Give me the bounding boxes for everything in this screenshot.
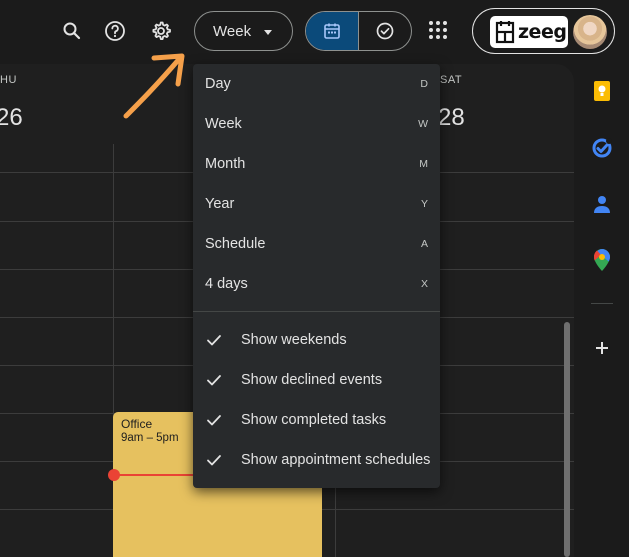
toggle-show-weekends[interactable]: Show weekends (193, 320, 440, 360)
menu-item-label: 4 days (205, 276, 248, 292)
toggle-show-declined-events[interactable]: Show declined events (193, 360, 440, 400)
menu-item-shortcut: W (418, 118, 428, 130)
menu-item-4-days[interactable]: 4 days X (193, 264, 440, 304)
top-bar: Week zeeg (0, 0, 629, 64)
view-selector-label: Week (213, 22, 252, 40)
tasks-icon[interactable] (591, 137, 613, 159)
check-icon (207, 375, 221, 386)
brand-name: zeeg (518, 21, 567, 43)
side-panel (574, 64, 629, 557)
menu-item-month[interactable]: Month M (193, 144, 440, 184)
day-header-right: SAT (440, 74, 463, 86)
menu-item-label: Day (205, 76, 231, 92)
toggle-label: Show completed tasks (241, 412, 387, 428)
calendar-icon (324, 23, 340, 39)
calendar-tasks-toggle (305, 11, 412, 51)
check-icon (207, 415, 221, 426)
contacts-icon[interactable] (591, 193, 613, 215)
toggle-label: Show appointment schedules (241, 452, 431, 468)
menu-item-shortcut: D (420, 78, 428, 90)
toggle-label: Show declined events (241, 372, 383, 388)
search-icon[interactable] (54, 13, 90, 49)
day-header-left: HU (0, 74, 17, 86)
caret-down-icon (264, 30, 272, 35)
menu-item-shortcut: A (420, 238, 428, 250)
avatar[interactable] (573, 15, 607, 49)
toggle-show-appointment-schedules[interactable]: Show appointment schedules (193, 440, 440, 480)
toggle-label: Show weekends (241, 332, 347, 348)
calendar-view-button[interactable] (306, 12, 359, 50)
scrollbar[interactable] (564, 322, 570, 557)
menu-item-label: Month (205, 156, 246, 172)
toggle-show-completed-tasks[interactable]: Show completed tasks (193, 400, 440, 440)
apps-grid-icon[interactable] (427, 19, 449, 41)
add-icon[interactable] (591, 337, 613, 359)
menu-item-year[interactable]: Year Y (193, 184, 440, 224)
view-selector-button[interactable]: Week (194, 11, 293, 51)
menu-item-label: Schedule (205, 236, 266, 252)
menu-divider (193, 311, 440, 312)
check-icon (207, 455, 221, 466)
menu-item-label: Week (205, 116, 242, 132)
current-time-dot (108, 469, 120, 481)
menu-item-label: Year (205, 196, 235, 212)
menu-item-shortcut: X (420, 278, 428, 290)
day-number-left[interactable]: 26 (0, 104, 23, 132)
day-number-right[interactable]: 28 (438, 104, 465, 132)
tasks-view-button[interactable] (359, 12, 411, 50)
account-switcher[interactable]: zeeg (472, 8, 615, 54)
menu-item-schedule[interactable]: Schedule A (193, 224, 440, 264)
side-divider (591, 303, 613, 304)
check-icon (207, 335, 221, 346)
menu-item-week[interactable]: Week W (193, 104, 440, 144)
menu-item-day[interactable]: Day D (193, 64, 440, 104)
brand-calendar-icon (495, 21, 515, 44)
keep-icon[interactable] (591, 80, 613, 102)
view-menu: Day D Week W Month M Year Y Schedule A 4… (193, 64, 440, 488)
maps-icon[interactable] (591, 249, 613, 271)
menu-item-shortcut: Y (420, 198, 428, 210)
annotation-arrow-icon (123, 53, 185, 119)
menu-item-shortcut: M (419, 158, 428, 170)
brand-logo: zeeg (490, 16, 568, 48)
tasks-check-icon (376, 22, 394, 40)
